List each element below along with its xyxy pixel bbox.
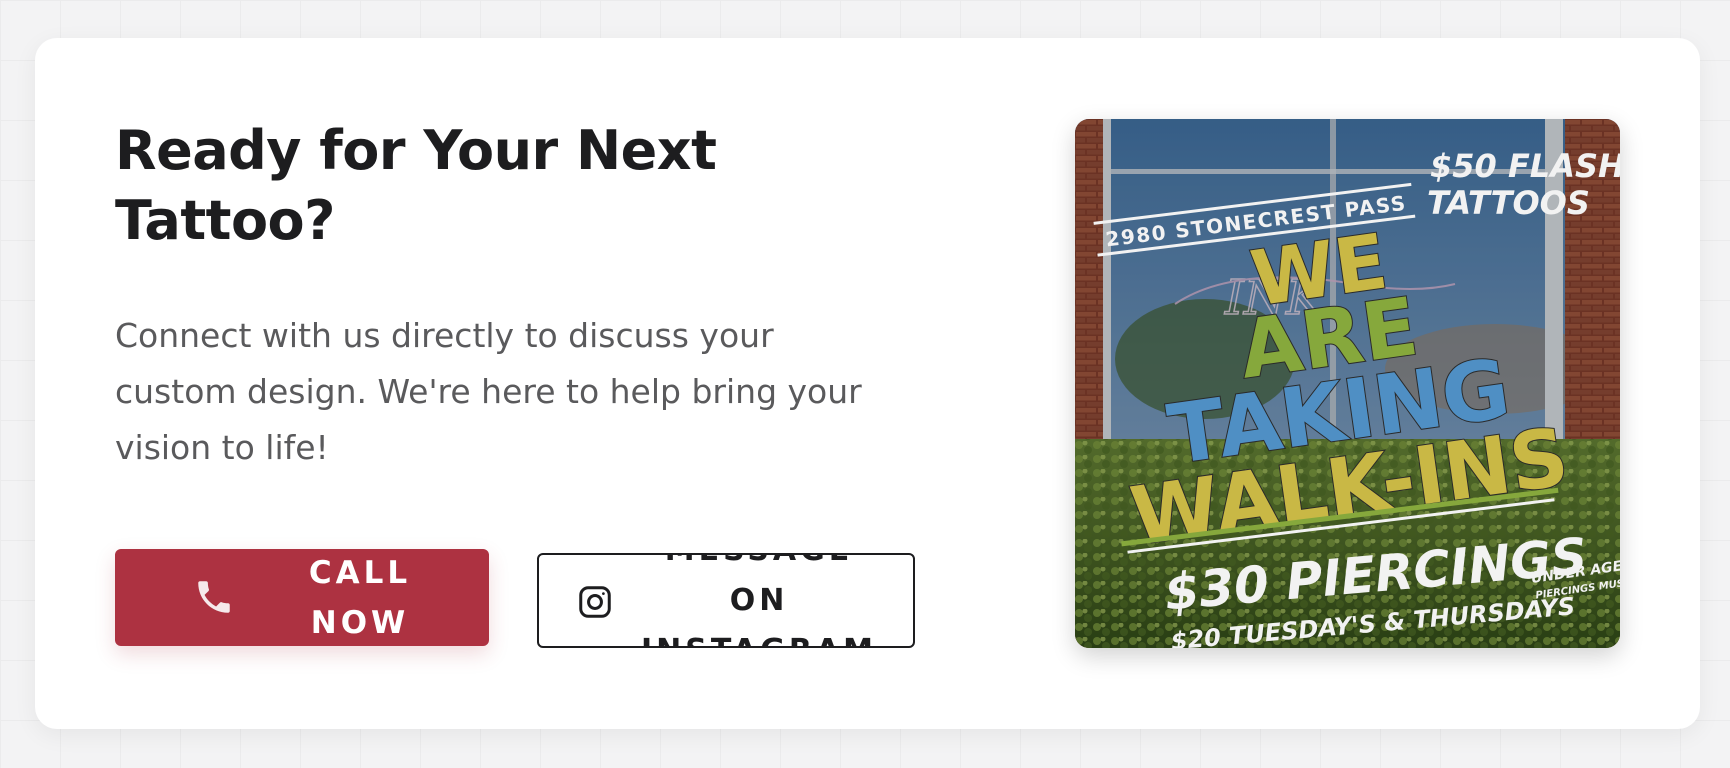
walk-ins-promo-image: INK 2980 STONECREST PASS $50 FLASH TATTO… [1075,119,1620,648]
call-now-label: CALL NOW [308,554,412,641]
phone-icon [193,576,235,618]
cta-heading: Ready for Your Next Tattoo? [115,119,717,252]
cta-card: Ready for Your Next Tattoo? Connect with… [35,38,1700,729]
promo-flash-line1: $50 FLASH [1430,147,1620,185]
message-on-instagram-label: MESSAGE ON INSTAGRAM [641,555,873,646]
cta-description: Connect with us directly to discuss your… [115,316,862,467]
instagram-icon [577,584,613,620]
message-on-instagram-button[interactable]: MESSAGE ON INSTAGRAM [537,553,915,648]
promo-flash-line2: TATTOOS [1427,184,1590,222]
call-now-button[interactable]: CALL NOW [115,549,489,646]
